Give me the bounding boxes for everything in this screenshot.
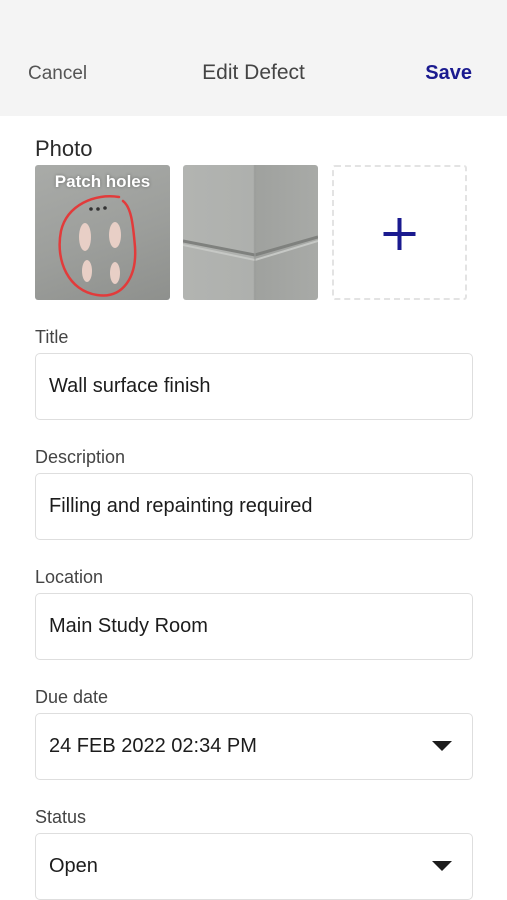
corner-photo-image <box>183 165 318 300</box>
location-value: Main Study Room <box>49 615 208 637</box>
description-field[interactable]: Filling and repainting required <box>35 473 473 540</box>
location-label: Location <box>35 567 104 587</box>
photo-section-label: Photo <box>35 136 93 161</box>
add-photo-button[interactable] <box>332 165 467 300</box>
title-value: Wall surface finish <box>49 375 211 397</box>
plus-icon <box>383 218 416 250</box>
location-field[interactable]: Main Study Room <box>35 593 473 660</box>
due-date-label: Due date <box>35 687 109 707</box>
chevron-down-icon <box>432 861 452 871</box>
photo-caption: Patch holes <box>54 172 151 191</box>
save-button[interactable]: Save <box>425 62 472 85</box>
photo-thumbnail-patch-holes[interactable]: Patch holes <box>35 165 170 300</box>
due-date-value: 24 FEB 2022 02:34 PM <box>49 735 257 757</box>
title-field[interactable]: Wall surface finish <box>35 353 473 420</box>
due-date-select[interactable]: 24 FEB 2022 02:34 PM <box>35 713 473 780</box>
chevron-down-icon <box>432 741 452 751</box>
cancel-button[interactable]: Cancel <box>28 63 87 85</box>
status-label: Status <box>35 807 87 827</box>
description-value: Filling and repainting required <box>49 495 313 517</box>
description-label: Description <box>35 447 126 467</box>
status-select[interactable]: Open <box>35 833 473 900</box>
top-bar: Cancel Edit Defect Save <box>0 0 507 116</box>
status-value: Open <box>49 855 98 877</box>
photo-thumbnail-corner[interactable] <box>183 165 318 300</box>
title-label: Title <box>35 327 69 347</box>
